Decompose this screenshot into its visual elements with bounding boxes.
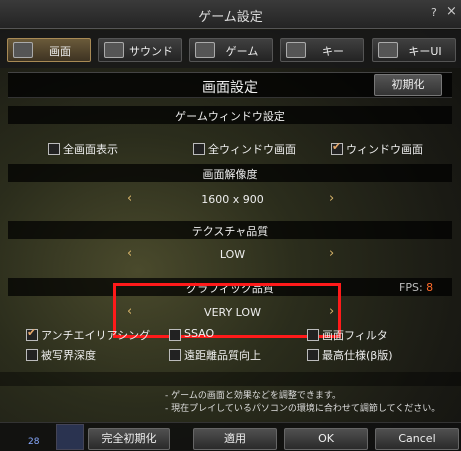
checkbox-box[interactable] [169,349,181,361]
checkbox-box[interactable] [26,326,38,341]
game-settings-window: ゲーム設定 ? × 画面 サウンド ゲーム キー キーUI 画面設定 初期化 ゲ… [0,0,461,451]
tab-label: サウンド [129,45,173,58]
checkbox-box[interactable] [307,349,319,361]
checkbox-box[interactable] [193,143,205,155]
checkbox-label: ウィンドウ画面 [346,143,423,156]
tab-keys[interactable]: キー [280,38,364,62]
keyboard-icon [286,42,306,58]
close-icon[interactable]: × [446,4,457,19]
hidden-row [0,372,461,386]
chevron-left-icon[interactable]: ‹ [127,246,132,261]
full-reset-button[interactable]: 完全初期化 [88,428,170,450]
tab-label: ゲーム [225,45,259,58]
tab-label: 画面 [49,45,71,58]
checkbox-label: アンチエイリアシング [41,329,151,342]
ok-button[interactable]: OK [284,428,368,450]
checkbox-label: SSAO [184,327,215,340]
speaker-icon [104,42,124,58]
monitor-icon [13,42,33,58]
section-header-texture: テクスチャ品質 [8,221,452,239]
chevron-left-icon[interactable]: ‹ [127,191,132,206]
window-title: ゲーム設定 [198,10,263,25]
checkbox-label: 全画面表示 [63,143,118,156]
texture-value: LOW [219,248,246,261]
fps-value: 8 [426,281,434,294]
tab-display[interactable]: 画面 [7,38,91,62]
section-title: ゲームウィンドウ設定 [175,110,285,123]
fps-label: FPS: [399,281,423,294]
avatar [56,424,84,450]
checkbox-label: 遠距離品質向上 [184,349,261,362]
checkbox-label: 最高仕様(β版) [322,349,393,362]
checkbox-box[interactable] [307,329,319,341]
section-title: 画面解像度 [202,168,258,181]
note-line: - ゲームの画面と効果などを調整できます。 [165,391,341,401]
resolution-value: 1600 x 900 [201,193,264,206]
texture-selector: ‹ LOW › [0,245,461,265]
section-header-game-window: ゲームウィンドウ設定 [8,106,452,124]
fps-readout: FPS: 8 [399,281,433,294]
reset-button[interactable]: 初期化 [374,74,442,96]
tab-game[interactable]: ゲーム [189,38,273,62]
checkbox-label: 被写界深度 [41,349,96,362]
help-icon[interactable]: ? [431,6,437,19]
checkbox-box[interactable] [331,140,343,155]
title-bar: ゲーム設定 ? × [0,0,461,29]
chevron-right-icon[interactable]: › [329,191,334,206]
resolution-selector: ‹ 1600 x 900 › [0,190,461,210]
level-badge: 28 [28,437,40,447]
section-title: テクスチャ品質 [191,225,269,238]
chevron-right-icon[interactable]: › [329,246,334,261]
tab-key-ui[interactable]: キーUI [372,38,456,62]
checkbox-label: 画面フィルタ [322,329,388,342]
checkbox-box[interactable] [169,329,181,341]
tab-label: キー [322,45,344,58]
checkbox-label: 全ウィンドウ画面 [208,143,296,156]
tab-sound[interactable]: サウンド [98,38,182,62]
cancel-button[interactable]: Cancel [375,428,459,450]
section-header-resolution: 画面解像度 [8,164,452,182]
help-notes: - ゲームの画面と効果などを調整できます。 - 現在プレイしているパソコンの環境… [165,390,440,416]
apply-button[interactable]: 適用 [193,428,277,450]
gamepad-icon [195,42,215,58]
note-line: - 現在プレイしているパソコンの環境に合わせて調節してください。 [165,404,441,414]
key-ui-icon [378,42,398,58]
checkbox-box[interactable] [26,349,38,361]
tab-label: キーUI [408,45,442,58]
checkbox-box[interactable] [48,143,60,155]
tab-bar: 画面 サウンド ゲーム キー キーUI [0,30,461,68]
